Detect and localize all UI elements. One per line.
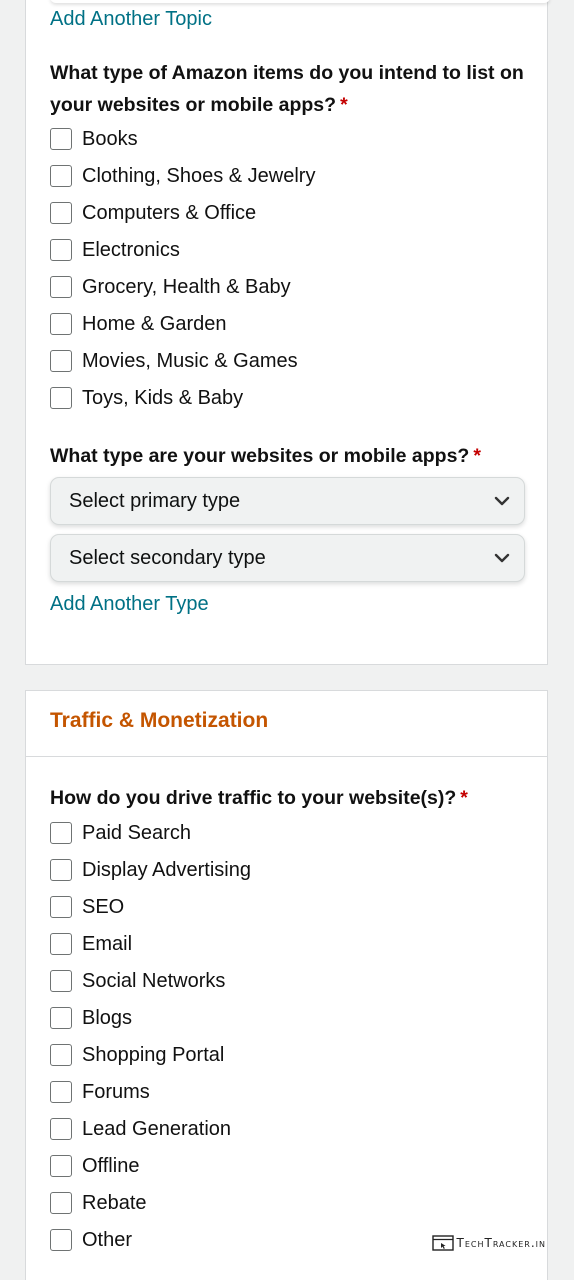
item-option-computers[interactable]: Computers & Office xyxy=(50,200,256,226)
option-label: Offline xyxy=(82,1154,140,1177)
option-label: Social Networks xyxy=(82,969,226,992)
section-title: Traffic & Monetization xyxy=(50,709,269,732)
item-option-movies[interactable]: Movies, Music & Games xyxy=(50,348,298,374)
checkbox[interactable] xyxy=(50,1118,72,1140)
traffic-option-lead-generation[interactable]: Lead Generation xyxy=(50,1116,231,1142)
chevron-down-icon xyxy=(494,553,510,563)
secondary-type-select[interactable]: Select secondary type xyxy=(50,534,525,582)
traffic-option-email[interactable]: Email xyxy=(50,931,132,957)
item-and-site-type-card: Add Another Topic What type of Amazon it… xyxy=(25,0,550,665)
traffic-option-rebate[interactable]: Rebate xyxy=(50,1190,147,1216)
item-option-clothing[interactable]: Clothing, Shoes & Jewelry xyxy=(50,163,315,189)
option-label: Forums xyxy=(82,1080,150,1103)
checkbox[interactable] xyxy=(50,1229,72,1251)
traffic-monetization-card: Traffic & Monetization How do you drive … xyxy=(25,690,548,1280)
checkbox[interactable] xyxy=(50,387,72,409)
add-another-topic-link[interactable]: Add Another Topic xyxy=(50,8,212,31)
required-marker: * xyxy=(460,787,468,809)
watermark-text: TechTracker.in xyxy=(456,1236,546,1250)
checkbox[interactable] xyxy=(50,1155,72,1177)
checkbox[interactable] xyxy=(50,276,72,298)
traffic-option-display-advertising[interactable]: Display Advertising xyxy=(50,857,251,883)
items-question-text: What type of Amazon items do you intend … xyxy=(50,62,524,116)
chevron-down-icon xyxy=(494,496,510,506)
checkbox[interactable] xyxy=(50,1081,72,1103)
site-type-question-text: What type are your websites or mobile ap… xyxy=(50,445,470,467)
option-label: Grocery, Health & Baby xyxy=(82,275,291,298)
traffic-option-forums[interactable]: Forums xyxy=(50,1079,150,1105)
item-option-toys[interactable]: Toys, Kids & Baby xyxy=(50,385,243,411)
browser-window-icon xyxy=(431,1235,454,1251)
traffic-option-social-networks[interactable]: Social Networks xyxy=(50,968,225,994)
option-label: Rebate xyxy=(82,1191,147,1214)
item-option-electronics[interactable]: Electronics xyxy=(50,237,180,263)
option-label: Movies, Music & Games xyxy=(82,349,298,372)
previous-input-shadow xyxy=(50,0,550,3)
section-header: Traffic & Monetization xyxy=(26,691,547,757)
required-marker: * xyxy=(473,445,481,467)
add-another-type-link[interactable]: Add Another Type xyxy=(50,593,209,616)
checkbox[interactable] xyxy=(50,933,72,955)
checkbox[interactable] xyxy=(50,165,72,187)
option-label: Blogs xyxy=(82,1006,133,1029)
checkbox[interactable] xyxy=(50,1044,72,1066)
checkbox[interactable] xyxy=(50,313,72,335)
traffic-option-paid-search[interactable]: Paid Search xyxy=(50,820,191,846)
traffic-option-offline[interactable]: Offline xyxy=(50,1153,139,1179)
primary-type-select[interactable]: Select primary type xyxy=(50,477,525,525)
checkbox[interactable] xyxy=(50,128,72,150)
option-label: Books xyxy=(82,127,138,150)
option-label: SEO xyxy=(82,895,125,918)
option-label: Lead Generation xyxy=(82,1117,232,1140)
item-option-books[interactable]: Books xyxy=(50,126,138,152)
option-label: Home & Garden xyxy=(82,312,227,335)
site-type-question: What type are your websites or mobile ap… xyxy=(50,440,530,472)
option-label: Paid Search xyxy=(82,821,191,844)
checkbox[interactable] xyxy=(50,202,72,224)
traffic-option-other[interactable]: Other xyxy=(50,1227,132,1253)
checkbox[interactable] xyxy=(50,239,72,261)
item-option-home-garden[interactable]: Home & Garden xyxy=(50,311,227,337)
option-label: Display Advertising xyxy=(82,858,251,881)
option-label: Toys, Kids & Baby xyxy=(82,386,244,409)
traffic-question-text: How do you drive traffic to your website… xyxy=(50,787,457,809)
checkbox[interactable] xyxy=(50,822,72,844)
watermark: TechTracker.in xyxy=(431,1235,547,1251)
traffic-question: How do you drive traffic to your website… xyxy=(50,782,530,814)
traffic-option-shopping-portal[interactable]: Shopping Portal xyxy=(50,1042,224,1068)
required-marker: * xyxy=(340,94,348,116)
checkbox[interactable] xyxy=(50,859,72,881)
checkbox[interactable] xyxy=(50,896,72,918)
checkbox[interactable] xyxy=(50,350,72,372)
checkbox[interactable] xyxy=(50,1192,72,1214)
secondary-type-select-value: Select secondary type xyxy=(69,546,266,569)
items-question: What type of Amazon items do you intend … xyxy=(50,57,530,121)
traffic-option-seo[interactable]: SEO xyxy=(50,894,124,920)
primary-type-select-value: Select primary type xyxy=(69,489,241,512)
option-label: Shopping Portal xyxy=(82,1043,225,1066)
item-option-grocery[interactable]: Grocery, Health & Baby xyxy=(50,274,291,300)
option-label: Computers & Office xyxy=(82,201,257,224)
option-label: Other xyxy=(82,1228,133,1251)
page: Add Another Topic What type of Amazon it… xyxy=(0,0,574,1280)
option-label: Electronics xyxy=(82,238,180,261)
option-label: Email xyxy=(82,932,133,955)
checkbox[interactable] xyxy=(50,1007,72,1029)
checkbox[interactable] xyxy=(50,970,72,992)
option-label: Clothing, Shoes & Jewelry xyxy=(82,164,316,187)
traffic-option-blogs[interactable]: Blogs xyxy=(50,1005,132,1031)
